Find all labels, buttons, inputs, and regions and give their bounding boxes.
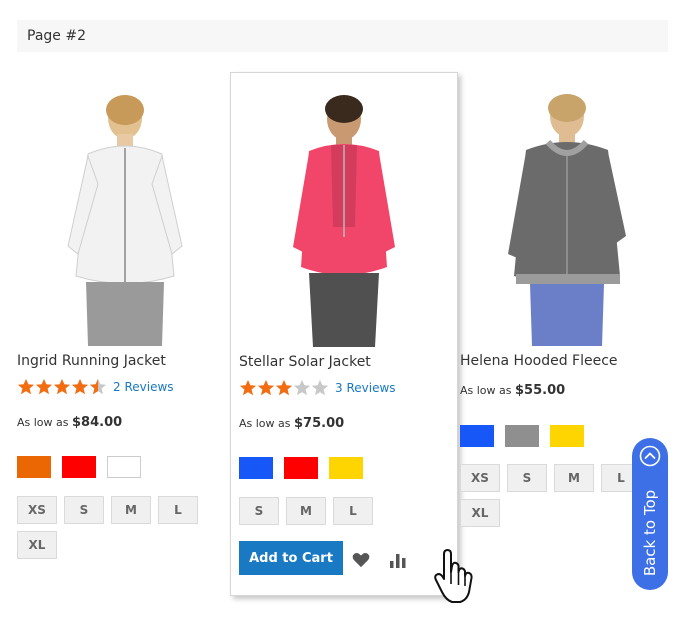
product-card-ingrid[interactable]: Ingrid Running Jacket 2 Reviews As low a…: [0, 72, 220, 602]
color-swatches: [239, 457, 374, 479]
size-m[interactable]: M: [111, 496, 151, 524]
size-s[interactable]: S: [239, 497, 279, 525]
price-prefix: As low as: [17, 416, 69, 429]
chevron-up-circle-icon: [639, 445, 661, 467]
color-swatch-gray[interactable]: [505, 425, 539, 447]
product-name[interactable]: Stellar Solar Jacket: [239, 354, 371, 370]
product-rating: 2 Reviews: [17, 377, 174, 397]
size-xl[interactable]: XL: [17, 531, 57, 559]
size-l[interactable]: L: [158, 496, 198, 524]
price-value: $55.00: [515, 383, 566, 398]
size-s[interactable]: S: [507, 464, 547, 492]
price-value: $84.00: [72, 415, 123, 430]
star-empty-icon: [311, 379, 329, 396]
product-name[interactable]: Ingrid Running Jacket: [17, 353, 166, 369]
size-m[interactable]: M: [286, 497, 326, 525]
hand-cursor-icon: [434, 549, 473, 603]
size-l[interactable]: L: [333, 497, 373, 525]
page-indicator: Page #2: [17, 20, 668, 52]
color-swatch-blue[interactable]: [239, 457, 273, 479]
star-icon: [71, 378, 89, 395]
bar-chart-icon[interactable]: [389, 552, 407, 568]
size-xl[interactable]: XL: [460, 499, 500, 527]
star-half-icon: [89, 378, 107, 395]
color-swatch-yellow[interactable]: [329, 457, 363, 479]
color-swatch-red[interactable]: [284, 457, 318, 479]
add-to-cart-button[interactable]: Add to Cart: [239, 541, 343, 575]
product-photo[interactable]: [259, 87, 429, 347]
color-swatch-red[interactable]: [62, 456, 96, 478]
rating-stars: [239, 379, 329, 397]
product-photo[interactable]: [40, 86, 210, 346]
heart-icon[interactable]: [352, 552, 370, 568]
color-swatches: [17, 456, 152, 478]
price-prefix: As low as: [460, 384, 512, 397]
back-to-top-label: Back to Top: [641, 489, 659, 577]
back-to-top-button[interactable]: Back to Top: [632, 438, 668, 590]
color-swatch-orange[interactable]: [17, 456, 51, 478]
star-icon: [17, 378, 35, 395]
color-swatch-blue[interactable]: [460, 425, 494, 447]
color-swatch-white[interactable]: [107, 456, 141, 478]
product-rating: 3 Reviews: [239, 378, 396, 398]
product-photo[interactable]: [482, 86, 652, 346]
product-price: As low as $75.00: [239, 416, 344, 431]
product-card-stellar[interactable]: Stellar Solar Jacket 3 Reviews As low as…: [230, 72, 458, 596]
product-name[interactable]: Helena Hooded Fleece: [460, 353, 618, 369]
reviews-link[interactable]: 2 Reviews: [113, 380, 174, 394]
star-icon: [257, 379, 275, 396]
reviews-link[interactable]: 3 Reviews: [335, 381, 396, 395]
size-xs[interactable]: XS: [460, 464, 500, 492]
star-icon: [35, 378, 53, 395]
color-swatches: [460, 425, 595, 447]
star-icon: [275, 379, 293, 396]
price-value: $75.00: [294, 416, 345, 431]
size-m[interactable]: M: [554, 464, 594, 492]
star-icon: [53, 378, 71, 395]
price-prefix: As low as: [239, 417, 291, 430]
page-label: Page #2: [27, 28, 86, 44]
star-empty-icon: [293, 379, 311, 396]
size-options: XS S M L XL: [17, 496, 217, 566]
color-swatch-yellow[interactable]: [550, 425, 584, 447]
size-s[interactable]: S: [64, 496, 104, 524]
product-price: As low as $84.00: [17, 415, 122, 430]
star-icon: [239, 379, 257, 396]
product-price: As low as $55.00: [460, 383, 565, 398]
size-xs[interactable]: XS: [17, 496, 57, 524]
rating-stars: [17, 378, 107, 396]
size-options: S M L: [239, 497, 439, 532]
